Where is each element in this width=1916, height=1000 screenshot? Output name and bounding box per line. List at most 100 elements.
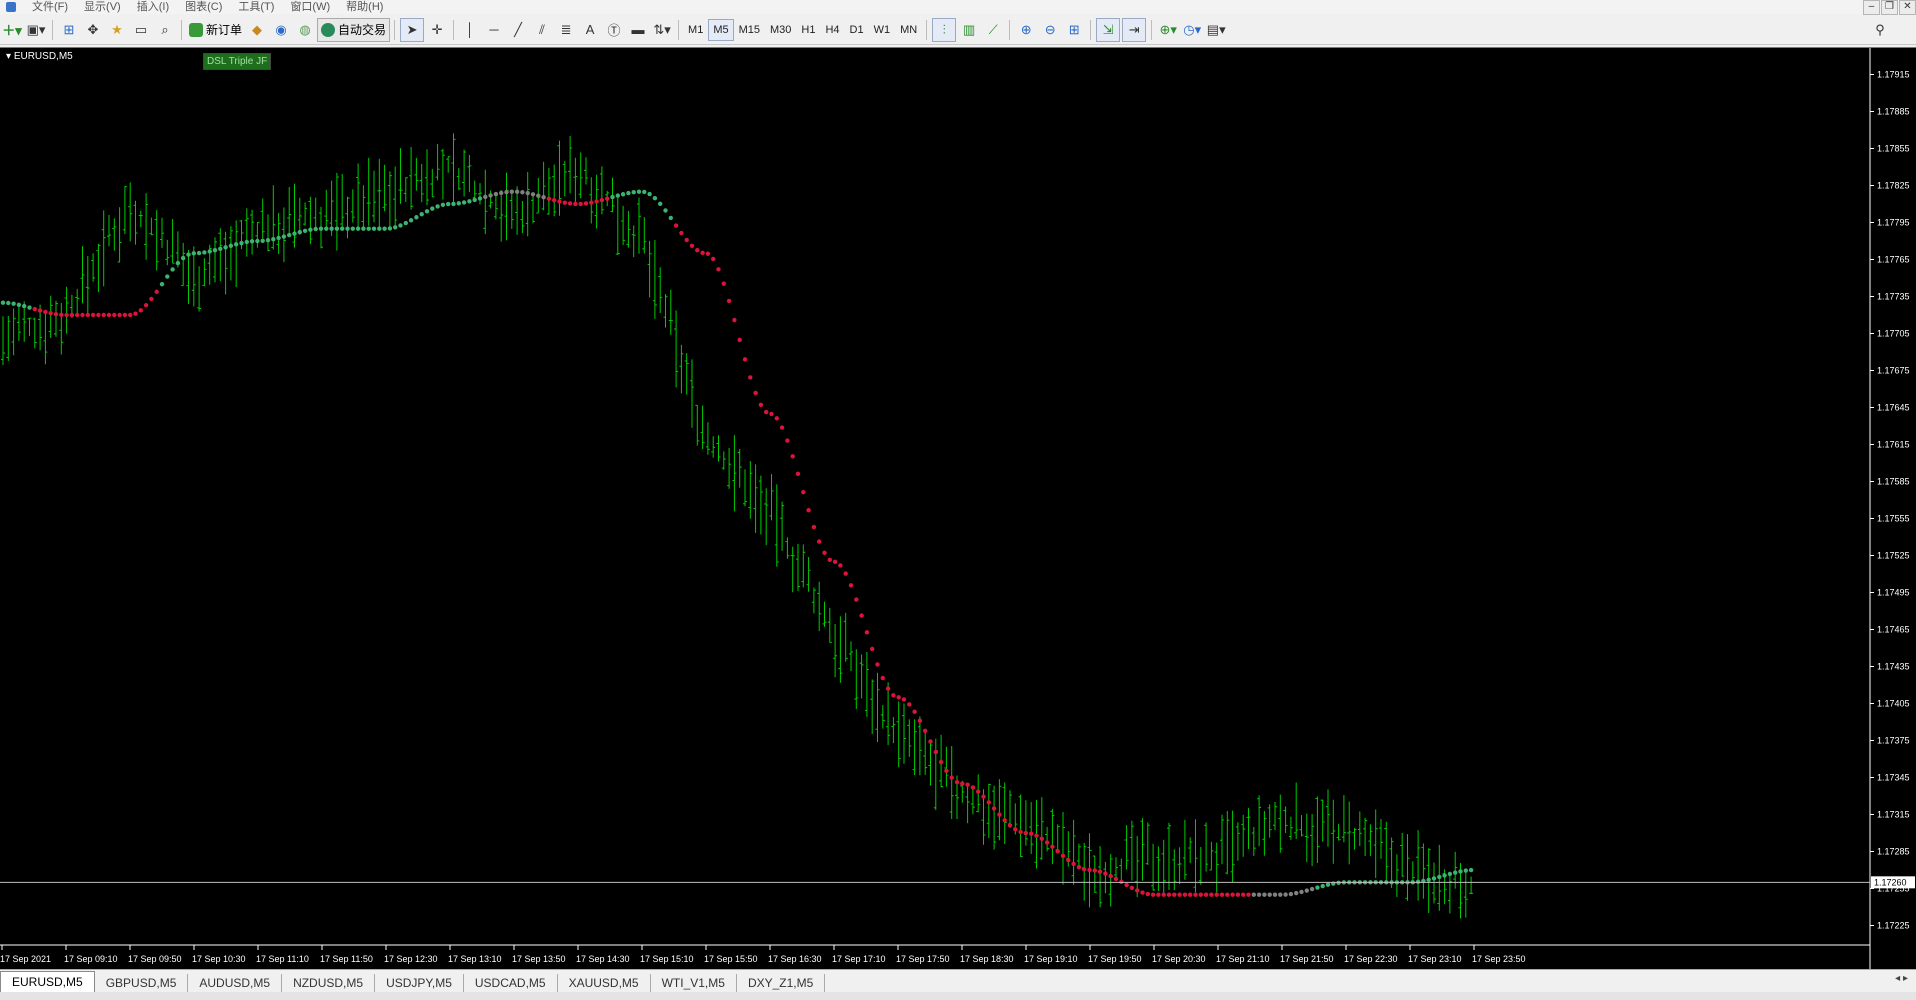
candlestick-icon[interactable]: ▥	[958, 19, 980, 41]
signals-icon[interactable]: ◉	[270, 19, 292, 41]
menu-window[interactable]: 窗口(W)	[282, 0, 338, 14]
text-icon[interactable]: A	[579, 19, 601, 41]
timeframe-mn[interactable]: MN	[895, 19, 922, 41]
new-chart-icon[interactable]: ＋▾	[1, 19, 23, 41]
menu-file[interactable]: 文件(F)	[24, 0, 76, 14]
text-label-icon[interactable]: Ⓣ	[603, 19, 625, 41]
dsl-dot	[620, 192, 626, 197]
dsl-dot	[143, 303, 149, 308]
dsl-dot	[954, 779, 960, 785]
horizontal-line-icon[interactable]: ─	[483, 19, 505, 41]
tile-windows-icon[interactable]: ⊞	[1063, 19, 1085, 41]
close-icon[interactable]: ✕	[1899, 0, 1916, 15]
dsl-dot	[22, 303, 27, 309]
dsl-dot	[901, 697, 907, 702]
timeframe-m1[interactable]: M1	[683, 19, 708, 41]
y-tick-label: 1.17315	[1877, 810, 1910, 820]
minimize-icon[interactable]: –	[1863, 0, 1880, 15]
dsl-dot	[265, 237, 271, 243]
indicator-label[interactable]: DSL Triple JF	[203, 53, 272, 70]
x-tick-label: 17 Sep 2021	[0, 954, 51, 964]
fibonacci-icon[interactable]: ≣	[555, 19, 577, 41]
zoom-out-icon[interactable]: ⊖	[1039, 19, 1061, 41]
dsl-dot	[1145, 891, 1151, 897]
menu-insert[interactable]: 插入(I)	[129, 0, 177, 14]
menu-tools[interactable]: 工具(T)	[230, 0, 282, 14]
toolbar-separator	[678, 19, 680, 40]
price-chart[interactable]: 1.17915 1.17885 1.17855 1.17825 1.17795 1.177…	[0, 48, 1916, 970]
new-order-button[interactable]: 新订单	[186, 19, 245, 41]
indicators-icon[interactable]: ⊕▾	[1157, 19, 1179, 41]
dsl-dot	[774, 416, 779, 421]
timeframe-w1[interactable]: W1	[869, 19, 896, 41]
timeframe-m30[interactable]: M30	[765, 19, 796, 41]
menu-view[interactable]: 显示(V)	[76, 0, 129, 14]
trendline-icon[interactable]: ╱	[507, 19, 529, 41]
profiles-icon[interactable]: ▣▾	[25, 19, 47, 41]
auto-scroll-icon[interactable]: ⇲	[1096, 17, 1121, 42]
tab-nzdusd[interactable]: NZDUSD,M5	[282, 974, 376, 992]
dsl-dot	[467, 199, 472, 204]
data-window-icon[interactable]: ✥	[82, 19, 104, 41]
chart-window[interactable]: 1.17915 1.17885 1.17855 1.17825 1.17795 1.177…	[0, 47, 1916, 970]
vertical-line-icon[interactable]: │	[459, 19, 481, 41]
dsl-dot	[122, 312, 128, 318]
dsl-dot	[1299, 889, 1304, 895]
tab-wti[interactable]: WTI_V1,M5	[651, 974, 737, 992]
line-chart-icon[interactable]: ⟋	[982, 19, 1004, 41]
dsl-dot	[377, 226, 382, 231]
timeframe-d1[interactable]: D1	[845, 19, 869, 41]
dsl-dot	[880, 675, 885, 681]
tab-usdjpy[interactable]: USDJPY,M5	[375, 974, 464, 992]
search-icon[interactable]: ⚲	[1869, 19, 1891, 41]
app-icon	[6, 2, 16, 12]
menu-charts[interactable]: 图表(C)	[177, 0, 230, 14]
tab-audusd[interactable]: AUDUSD,M5	[188, 974, 283, 992]
channel-icon[interactable]: ⫽	[531, 19, 553, 41]
x-tick-label: 17 Sep 22:30	[1344, 954, 1398, 964]
periods-icon[interactable]: ◷▾	[1181, 19, 1203, 41]
rectangle-icon[interactable]: ▬	[627, 19, 649, 41]
cursor-icon[interactable]: ➤	[400, 17, 425, 42]
dsl-dot	[292, 231, 297, 236]
dsl-dot	[1034, 833, 1039, 838]
timeframe-m15[interactable]: M15	[734, 19, 765, 41]
zoom-in-icon[interactable]: ⊕	[1015, 19, 1037, 41]
dsl-dot	[218, 246, 223, 251]
navigator-icon[interactable]: ★	[106, 19, 128, 41]
tab-scroll-arrows[interactable]: ◂ ▸	[1895, 973, 1908, 984]
strategy-tester-icon[interactable]: ⌕	[154, 19, 176, 41]
dsl-dot	[594, 199, 599, 204]
dsl-dot	[48, 311, 53, 316]
dsl-dot	[1092, 868, 1098, 873]
tab-dxy[interactable]: DXY_Z1,M5	[737, 974, 826, 992]
tab-gbpusd[interactable]: GBPUSD,M5	[95, 974, 189, 992]
timeframe-h1[interactable]: H1	[796, 19, 820, 41]
market-watch-icon[interactable]: ⊞	[58, 19, 80, 41]
terminal-icon[interactable]: ▭	[130, 19, 152, 41]
timeframe-m5[interactable]: M5	[708, 18, 734, 41]
menu-help[interactable]: 帮助(H)	[338, 0, 391, 14]
dsl-dot	[716, 267, 721, 272]
metaeditor-icon[interactable]: ◆	[246, 19, 268, 41]
auto-trading-button[interactable]: 自动交易	[317, 17, 391, 42]
templates-icon[interactable]: ▤▾	[1205, 19, 1227, 41]
dsl-dot	[133, 311, 138, 316]
x-tick-label: 17 Sep 23:50	[1472, 954, 1526, 964]
timeframe-h4[interactable]: H4	[820, 19, 844, 41]
x-tick-label: 17 Sep 20:30	[1152, 954, 1206, 964]
tab-usdcad[interactable]: USDCAD,M5	[464, 974, 558, 992]
arrows-icon[interactable]: ⇅▾	[651, 19, 673, 41]
vps-icon[interactable]: ◍	[294, 19, 316, 41]
chart-shift-icon[interactable]: ⇥	[1122, 17, 1147, 42]
dsl-dot	[944, 768, 949, 773]
dsl-dot	[223, 245, 228, 250]
tab-eurusd[interactable]: EURUSD,M5	[0, 971, 95, 992]
dsl-dot	[1050, 844, 1055, 849]
dsl-dot	[896, 695, 901, 700]
dsl-dot	[80, 312, 85, 318]
tab-xauusd[interactable]: XAUUSD,M5	[558, 974, 651, 992]
crosshair-icon[interactable]: ✛	[426, 19, 448, 41]
restore-icon[interactable]: ❐	[1881, 0, 1898, 15]
bar-chart-icon[interactable]: ⫶	[932, 17, 957, 42]
